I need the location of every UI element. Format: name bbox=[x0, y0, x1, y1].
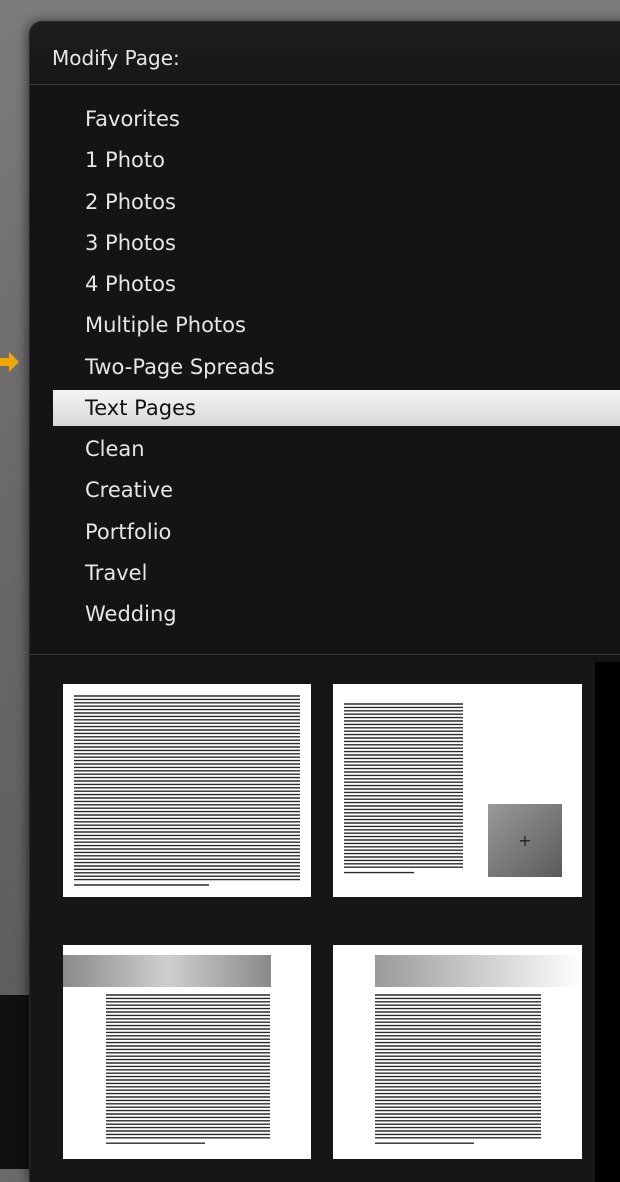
header-image-cell bbox=[63, 955, 271, 987]
menu-item-travel[interactable]: Travel bbox=[30, 553, 620, 594]
text-photo-layout-icon: + bbox=[344, 703, 562, 877]
panel-title: Modify Page: bbox=[52, 46, 180, 70]
template-thumb-header-text-right[interactable] bbox=[333, 945, 582, 1159]
full-text-layout-icon bbox=[74, 695, 300, 886]
menu-item-multiple-photos[interactable]: Multiple Photos bbox=[30, 305, 620, 346]
menu-item-3-photos[interactable]: 3 Photos bbox=[30, 223, 620, 264]
menu-item-two-page-spreads[interactable]: Two-Page Spreads bbox=[30, 347, 620, 388]
menu-item-1-photo[interactable]: 1 Photo bbox=[30, 140, 620, 181]
template-thumb-header-text-left[interactable] bbox=[63, 945, 311, 1159]
menu-item-4-photos[interactable]: 4 Photos bbox=[30, 264, 620, 305]
page-category-menu: Favorites 1 Photo 2 Photos 3 Photos 4 Ph… bbox=[30, 99, 620, 636]
menu-divider bbox=[30, 654, 620, 655]
menu-item-wedding[interactable]: Wedding bbox=[30, 594, 620, 635]
thumbnail-grid-edge bbox=[595, 662, 620, 1182]
add-photo-icon: + bbox=[518, 831, 531, 850]
header-text-layout-icon bbox=[63, 955, 271, 1144]
menu-item-2-photos[interactable]: 2 Photos bbox=[30, 182, 620, 223]
menu-item-creative[interactable]: Creative bbox=[30, 470, 620, 511]
panel-header: Modify Page: bbox=[30, 22, 620, 85]
pointer-arrow-icon bbox=[0, 352, 19, 372]
menu-item-portfolio[interactable]: Portfolio bbox=[30, 512, 620, 553]
menu-item-text-pages[interactable]: Text Pages bbox=[53, 390, 620, 427]
header-text-layout-icon-2 bbox=[375, 955, 582, 1144]
template-thumb-text-with-photo[interactable]: + bbox=[333, 684, 582, 897]
menu-item-favorites[interactable]: Favorites bbox=[30, 99, 620, 140]
modify-page-panel: Modify Page: Favorites 1 Photo 2 Photos … bbox=[30, 22, 620, 1182]
header-image-cell bbox=[375, 955, 582, 987]
menu-item-clean[interactable]: Clean bbox=[30, 429, 620, 470]
template-thumb-full-text[interactable] bbox=[63, 684, 311, 897]
